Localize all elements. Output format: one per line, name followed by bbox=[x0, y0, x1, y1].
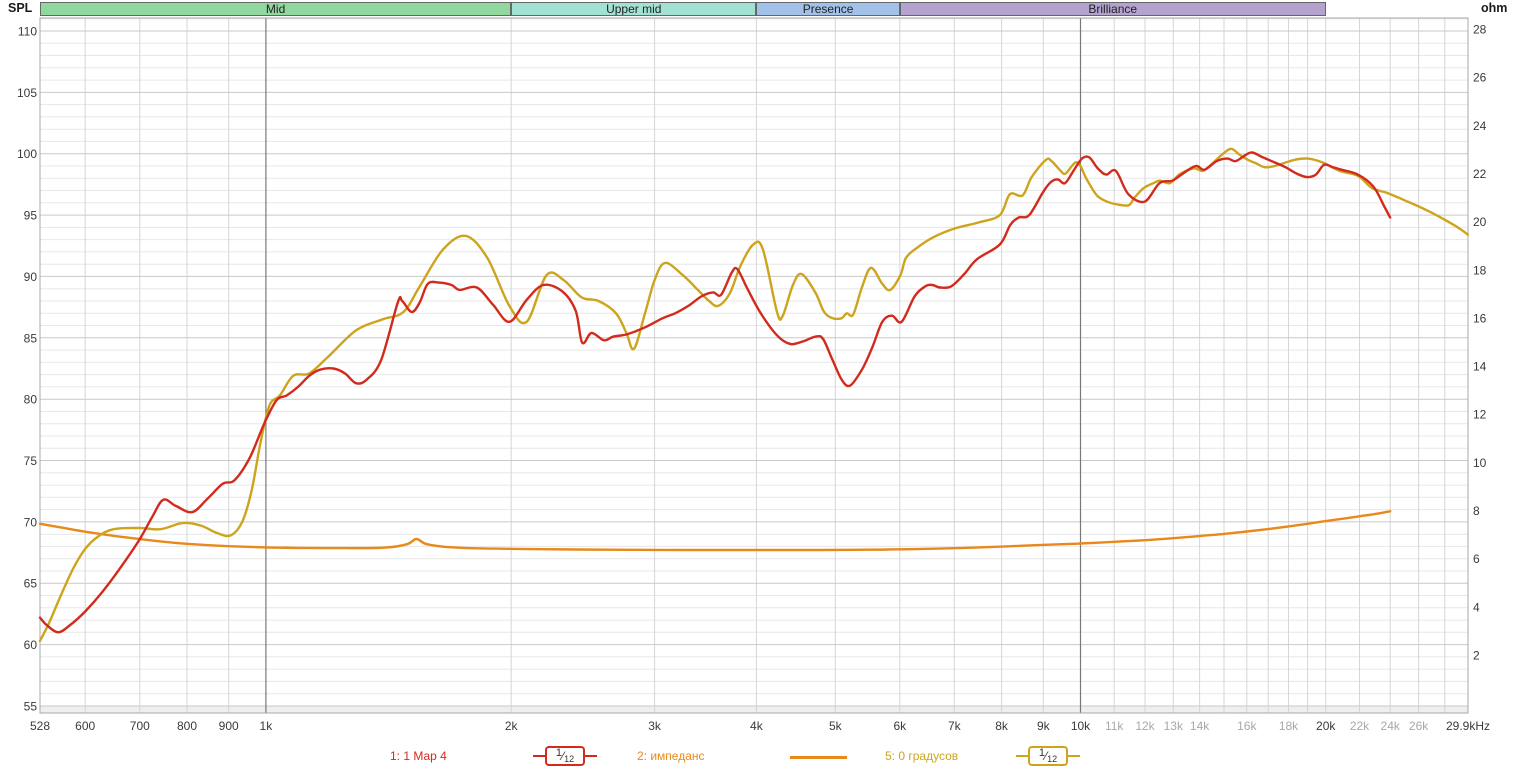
svg-text:24k: 24k bbox=[1381, 719, 1401, 733]
svg-text:600: 600 bbox=[75, 719, 95, 733]
svg-text:95: 95 bbox=[24, 209, 38, 223]
svg-text:800: 800 bbox=[177, 719, 197, 733]
svg-text:700: 700 bbox=[130, 719, 150, 733]
svg-text:9k: 9k bbox=[1037, 719, 1051, 733]
legend-dash-icon bbox=[1016, 754, 1028, 758]
svg-text:7k: 7k bbox=[948, 719, 962, 733]
svg-text:29.9kHz: 29.9kHz bbox=[1446, 719, 1490, 733]
svg-text:60: 60 bbox=[24, 638, 38, 652]
svg-text:10k: 10k bbox=[1071, 719, 1091, 733]
band-mid: Mid bbox=[40, 2, 512, 16]
svg-text:100: 100 bbox=[17, 147, 37, 161]
legend-smoothing-swatch-curve-5[interactable]: 1 ⁄ 12 bbox=[1016, 746, 1080, 766]
legend-label-curve-5[interactable]: 5: 0 градусов bbox=[885, 749, 958, 763]
svg-text:8: 8 bbox=[1473, 504, 1480, 518]
svg-text:80: 80 bbox=[24, 393, 38, 407]
svg-text:12: 12 bbox=[1473, 408, 1487, 422]
svg-text:3k: 3k bbox=[648, 719, 662, 733]
svg-text:14: 14 bbox=[1473, 360, 1487, 374]
svg-text:24: 24 bbox=[1473, 119, 1487, 133]
smoothing-fraction-box: 1 ⁄ 12 bbox=[545, 746, 585, 766]
svg-text:22k: 22k bbox=[1350, 719, 1370, 733]
svg-text:5k: 5k bbox=[829, 719, 843, 733]
svg-text:28: 28 bbox=[1473, 23, 1487, 37]
svg-text:18: 18 bbox=[1473, 263, 1487, 277]
svg-text:26k: 26k bbox=[1409, 719, 1429, 733]
smoothing-fraction-box: 1 ⁄ 12 bbox=[1028, 746, 1068, 766]
svg-text:70: 70 bbox=[24, 515, 38, 529]
svg-text:14k: 14k bbox=[1190, 719, 1210, 733]
svg-text:2k: 2k bbox=[505, 719, 519, 733]
svg-text:900: 900 bbox=[219, 719, 239, 733]
svg-text:10: 10 bbox=[1473, 456, 1487, 470]
svg-text:16k: 16k bbox=[1237, 719, 1257, 733]
legend-label-curve-1[interactable]: 1: 1 Мар 4 bbox=[390, 749, 447, 763]
svg-text:16: 16 bbox=[1473, 311, 1487, 325]
legend-smoothing-swatch-curve-1[interactable]: 1 ⁄ 12 bbox=[533, 746, 597, 766]
svg-text:22: 22 bbox=[1473, 167, 1487, 181]
band-presence: Presence bbox=[756, 2, 900, 16]
band-brilliance: Brilliance bbox=[899, 2, 1326, 16]
legend-dash-icon bbox=[585, 754, 597, 758]
spl-axis-title: SPL bbox=[8, 1, 33, 15]
svg-text:12k: 12k bbox=[1135, 719, 1155, 733]
svg-text:1k: 1k bbox=[260, 719, 274, 733]
svg-text:6k: 6k bbox=[893, 719, 907, 733]
svg-text:55: 55 bbox=[24, 700, 38, 714]
svg-text:11k: 11k bbox=[1105, 719, 1124, 733]
legend: 1: 1 Мар 4 1 ⁄ 12 2: импеданс 5: 0 градусо… bbox=[0, 740, 1521, 768]
ohm-axis-title: ohm bbox=[1481, 1, 1508, 15]
svg-text:4k: 4k bbox=[750, 719, 764, 733]
svg-text:528: 528 bbox=[30, 719, 50, 733]
svg-text:20k: 20k bbox=[1316, 719, 1336, 733]
svg-text:20: 20 bbox=[1473, 215, 1487, 229]
legend-line-swatch-impedance[interactable] bbox=[790, 756, 847, 759]
svg-text:65: 65 bbox=[24, 577, 38, 591]
svg-text:8k: 8k bbox=[995, 719, 1009, 733]
svg-text:26: 26 bbox=[1473, 71, 1487, 85]
spl-impedance-measurement-window: { "chart_data": { "type": "line", "title… bbox=[0, 0, 1521, 768]
svg-text:90: 90 bbox=[24, 270, 38, 284]
svg-text:75: 75 bbox=[24, 454, 38, 468]
legend-dash-icon bbox=[533, 754, 545, 758]
legend-label-impedance[interactable]: 2: импеданс bbox=[637, 749, 705, 763]
svg-text:105: 105 bbox=[17, 86, 37, 100]
svg-text:4: 4 bbox=[1473, 600, 1480, 614]
svg-text:85: 85 bbox=[24, 331, 38, 345]
svg-text:110: 110 bbox=[18, 25, 37, 39]
svg-text:13k: 13k bbox=[1164, 719, 1184, 733]
spl-impedance-plot-area[interactable]: 1101051009590858075706560552826242220181… bbox=[0, 0, 1521, 768]
svg-text:2: 2 bbox=[1473, 649, 1480, 663]
legend-dash-icon bbox=[1068, 754, 1080, 758]
svg-text:6: 6 bbox=[1473, 552, 1480, 566]
band-upper-mid: Upper mid bbox=[511, 2, 757, 16]
svg-text:18k: 18k bbox=[1279, 719, 1299, 733]
